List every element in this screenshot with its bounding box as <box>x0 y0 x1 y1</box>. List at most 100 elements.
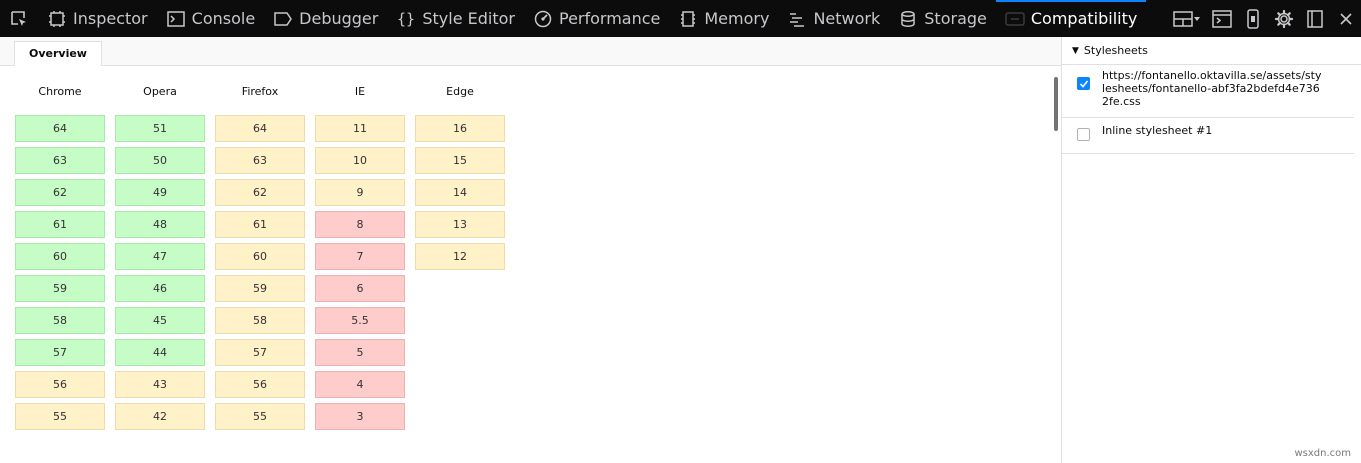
version-cell[interactable]: 64 <box>215 115 305 142</box>
browser-column-edge: Edge 16 15 14 13 12 <box>415 82 505 435</box>
stylesheets-header[interactable]: ▼ Stylesheets <box>1062 37 1361 65</box>
watermark: wsxdn.com <box>1294 448 1351 459</box>
version-cell[interactable]: 63 <box>15 147 105 174</box>
version-cell[interactable]: 56 <box>215 371 305 398</box>
version-cell[interactable]: 47 <box>115 243 205 270</box>
version-cell[interactable]: 55 <box>215 403 305 430</box>
performance-icon <box>533 9 553 29</box>
devtools-toolbar: Inspector Console Debugger {} Style Editor Pe… <box>0 0 1361 37</box>
version-cell[interactable]: 64 <box>15 115 105 142</box>
version-cell[interactable]: 55 <box>15 403 105 430</box>
tab-label: Compatibility <box>1030 9 1138 28</box>
tab-overview[interactable]: Overview <box>14 41 102 66</box>
browser-name: Firefox <box>241 85 279 98</box>
version-cell[interactable]: 11 <box>315 115 405 142</box>
version-cell[interactable]: 60 <box>215 243 305 270</box>
scrollbar-thumb[interactable] <box>1054 77 1058 131</box>
tab-memory[interactable]: Memory <box>669 0 778 37</box>
version-cell[interactable]: 57 <box>215 339 305 366</box>
version-cell[interactable]: 43 <box>115 371 205 398</box>
version-cell[interactable]: 46 <box>115 275 205 302</box>
version-cell[interactable]: 7 <box>315 243 405 270</box>
close-toolbox-button[interactable] <box>1330 0 1361 37</box>
responsive-design-button[interactable] <box>1237 0 1268 37</box>
version-cell[interactable]: 62 <box>215 179 305 206</box>
tab-label: Storage <box>924 9 987 28</box>
tab-label: Style Editor <box>422 9 515 28</box>
browser-compat-grid: Chrome 64 63 62 61 60 59 58 57 56 55 Opera 51 50 49 48 4… <box>15 82 505 435</box>
console-icon <box>166 9 186 29</box>
dock-side-icon <box>1306 9 1323 28</box>
tab-compatibility[interactable]: Compatibility <box>995 0 1147 37</box>
collapse-triangle-icon: ▼ <box>1072 45 1079 56</box>
tab-performance[interactable]: Performance <box>524 0 669 37</box>
tab-inspector[interactable]: Inspector <box>38 0 157 37</box>
version-cell[interactable]: 16 <box>415 115 505 142</box>
version-cell[interactable]: 59 <box>15 275 105 302</box>
tab-console[interactable]: Console <box>157 0 265 37</box>
version-cell[interactable]: 12 <box>415 243 505 270</box>
version-cell[interactable]: 50 <box>115 147 205 174</box>
tab-storage[interactable]: Storage <box>889 0 996 37</box>
version-cell[interactable]: 6 <box>315 275 405 302</box>
browser-name: Opera <box>143 85 177 98</box>
version-cell[interactable]: 51 <box>115 115 205 142</box>
version-cell[interactable]: 59 <box>215 275 305 302</box>
version-cell[interactable]: 62 <box>15 179 105 206</box>
version-cell[interactable]: 13 <box>415 211 505 238</box>
version-cell[interactable]: 49 <box>115 179 205 206</box>
version-cell[interactable]: 10 <box>315 147 405 174</box>
version-cell[interactable]: 58 <box>15 307 105 334</box>
version-cell[interactable]: 58 <box>215 307 305 334</box>
version-cell[interactable]: 4 <box>315 371 405 398</box>
version-cell[interactable]: 42 <box>115 403 205 430</box>
version-cell[interactable]: 45 <box>115 307 205 334</box>
version-cell[interactable]: 5.5 <box>315 307 405 334</box>
browser-name: Edge <box>446 85 474 98</box>
element-picker-button[interactable] <box>0 0 38 37</box>
browser-column-chrome: Chrome 64 63 62 61 60 59 58 57 56 55 <box>15 82 105 435</box>
stylesheets-heading: Stylesheets <box>1083 44 1148 57</box>
version-cell[interactable]: 15 <box>415 147 505 174</box>
version-cell[interactable]: 57 <box>15 339 105 366</box>
layout-dropdown-button[interactable] <box>1168 0 1206 37</box>
stylesheet-label: Inline stylesheet #1 <box>1102 124 1213 137</box>
compatibility-panel: Overview Chrome 64 63 62 61 60 59 58 57 56 55 Opera… <box>0 37 1061 463</box>
responsive-design-icon <box>1246 8 1259 29</box>
stylesheet-item[interactable]: https://fontanello.oktavilla.se/assets/s… <box>1062 65 1354 118</box>
tab-network[interactable]: Network <box>778 0 889 37</box>
version-cell[interactable]: 48 <box>115 211 205 238</box>
tab-style-editor[interactable]: {} Style Editor <box>387 0 524 37</box>
version-cell[interactable]: 44 <box>115 339 205 366</box>
network-icon <box>787 9 807 29</box>
inspector-icon <box>47 9 67 29</box>
version-cell[interactable]: 56 <box>15 371 105 398</box>
version-cell[interactable]: 14 <box>415 179 505 206</box>
memory-icon <box>678 9 698 29</box>
tab-debugger[interactable]: Debugger <box>264 0 387 37</box>
version-cell[interactable]: 9 <box>315 179 405 206</box>
split-console-button[interactable] <box>1206 0 1237 37</box>
version-cell[interactable]: 8 <box>315 211 405 238</box>
subtab-bar: Overview <box>0 37 1061 66</box>
gear-icon <box>1274 9 1293 28</box>
stylesheets-sidebar: ▼ Stylesheets https://fontanello.oktavil… <box>1062 37 1361 463</box>
stylesheet-item[interactable]: Inline stylesheet #1 <box>1062 118 1354 154</box>
dock-side-button[interactable] <box>1299 0 1330 37</box>
layout-icon <box>1173 10 1200 27</box>
browser-name: Chrome <box>38 85 82 98</box>
tab-label: Debugger <box>299 9 379 28</box>
version-cell[interactable]: 61 <box>15 211 105 238</box>
stylesheet-checkbox[interactable] <box>1077 77 1090 90</box>
version-cell[interactable]: 60 <box>15 243 105 270</box>
version-cell[interactable]: 3 <box>315 403 405 430</box>
version-cell[interactable]: 61 <box>215 211 305 238</box>
browser-column-opera: Opera 51 50 49 48 47 46 45 44 43 42 <box>115 82 205 435</box>
svg-text:{}: {} <box>397 10 415 28</box>
debugger-icon <box>273 9 293 29</box>
stylesheet-checkbox[interactable] <box>1077 128 1090 141</box>
storage-icon <box>898 9 918 29</box>
settings-button[interactable] <box>1268 0 1299 37</box>
version-cell[interactable]: 63 <box>215 147 305 174</box>
version-cell[interactable]: 5 <box>315 339 405 366</box>
